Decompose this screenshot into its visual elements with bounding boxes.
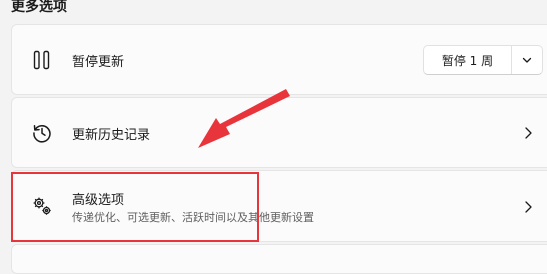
annotation-arrow-icon [198,89,290,148]
